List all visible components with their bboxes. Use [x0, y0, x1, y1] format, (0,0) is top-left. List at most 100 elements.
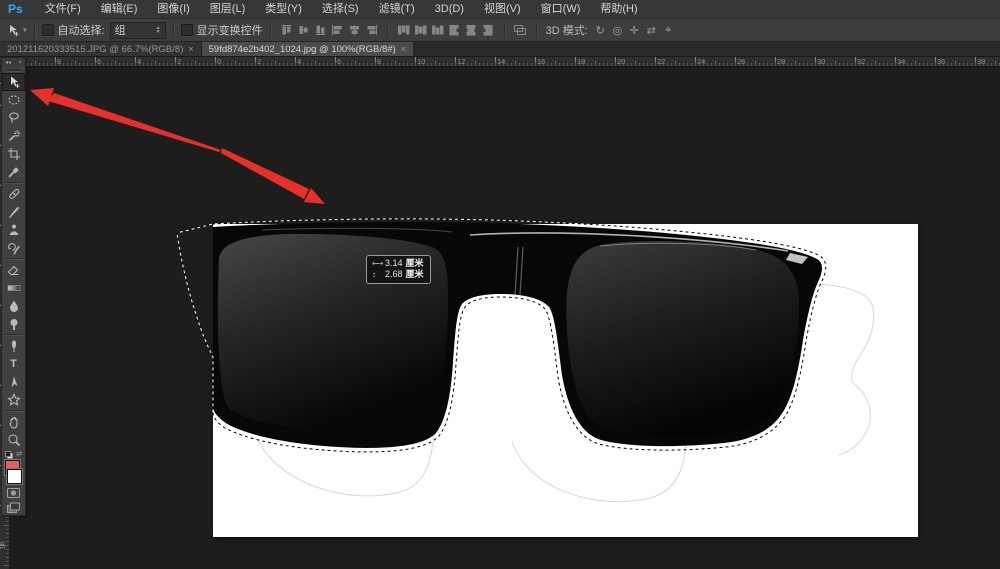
align-vertical-centers-icon[interactable] — [295, 22, 312, 38]
quick-mask-icon — [6, 487, 21, 499]
annotation-arrow — [30, 88, 325, 204]
eraser-tool-icon — [7, 263, 21, 277]
zoom-tool[interactable] — [2, 431, 25, 449]
distribute-right-icon[interactable] — [480, 22, 497, 38]
menu-bar: Ps 文件(F)编辑(E)图像(I)图层(L)类型(Y)选择(S)滤镜(T)3D… — [0, 0, 1000, 19]
tool-preset-picker[interactable]: ▾ — [6, 23, 27, 37]
pen-tool[interactable] — [2, 337, 25, 355]
panel-close-icon[interactable]: × — [18, 60, 22, 66]
distribute-bottom-icon[interactable] — [429, 22, 446, 38]
brush-tool[interactable] — [2, 203, 25, 221]
distribute-left-icon[interactable] — [446, 22, 463, 38]
ruler-label: 4 — [137, 57, 141, 66]
updown-arrows-icon: ▲▼ — [156, 26, 161, 34]
document-canvas[interactable] — [213, 224, 918, 537]
menu-item[interactable]: 滤镜(T) — [369, 0, 425, 18]
align-horizontal-centers-icon[interactable] — [346, 22, 363, 38]
ruler-label: 8 — [57, 57, 61, 66]
hand-tool[interactable] — [2, 413, 25, 431]
align-right-edges-icon[interactable] — [363, 22, 380, 38]
document-tab-bar: 201211620333515.JPG @ 66.7%(RGB/8)×59fd8… — [0, 42, 1000, 57]
zoom-tool-icon — [7, 433, 21, 447]
quick-mask-button[interactable] — [2, 485, 25, 500]
menu-item[interactable]: 3D(D) — [425, 0, 474, 18]
lasso-tool[interactable] — [2, 109, 25, 127]
ruler-label: 16 — [0, 541, 7, 549]
photoshop-logo: Ps — [8, 2, 23, 16]
path-selection-tool[interactable] — [2, 373, 25, 391]
clone-stamp-tool[interactable] — [2, 221, 25, 239]
ruler-label: 2 — [257, 57, 261, 66]
blur-tool[interactable] — [2, 297, 25, 315]
auto-align-layers-icon[interactable] — [512, 22, 529, 38]
align-top-edges-icon[interactable] — [278, 22, 295, 38]
ruler-label: 8 — [377, 57, 381, 66]
dodge-tool[interactable] — [2, 315, 25, 333]
menu-item[interactable]: 图像(I) — [147, 0, 199, 18]
3d-scale-icon[interactable]: ⌖ — [660, 24, 677, 37]
eyedropper-tool[interactable] — [2, 163, 25, 181]
align-bottom-edges-icon[interactable] — [312, 22, 329, 38]
swap-colors-icon[interactable]: ⇄ — [16, 450, 22, 458]
photoshop-window: Ps 文件(F)编辑(E)图像(I)图层(L)类型(Y)选择(S)滤镜(T)3D… — [0, 0, 1000, 569]
ruler-label: 26 — [737, 57, 745, 66]
background-color-swatch[interactable] — [7, 469, 22, 484]
shape-tool[interactable] — [2, 391, 25, 409]
3d-slide-icon[interactable]: ⇄ — [643, 24, 660, 37]
ruler-label: 0 — [217, 57, 221, 66]
menu-item[interactable]: 图层(L) — [200, 0, 255, 18]
3d-drag-icon[interactable]: ✛ — [626, 24, 643, 37]
menu-item[interactable]: 类型(Y) — [255, 0, 312, 18]
menu-item[interactable]: 视图(V) — [474, 0, 531, 18]
menu-items: 文件(F)编辑(E)图像(I)图层(L)类型(Y)选择(S)滤镜(T)3D(D)… — [35, 0, 648, 18]
menu-item[interactable]: 编辑(E) — [91, 0, 148, 18]
document-tab[interactable]: 201211620333515.JPG @ 66.7%(RGB/8) × — [0, 42, 202, 56]
move-tool[interactable] — [2, 73, 25, 91]
marquee-tool-icon — [7, 93, 21, 107]
history-brush-tool[interactable] — [2, 239, 25, 257]
distribute-horizontal-centers-icon[interactable] — [463, 22, 480, 38]
height-value: 2.68 — [385, 269, 403, 280]
panel-collapse-icon[interactable]: ◂◂ — [5, 59, 11, 66]
ruler-label: 14 — [497, 57, 505, 66]
ruler-label: 12 — [457, 57, 465, 66]
ruler-label: 30 — [817, 57, 825, 66]
menu-item[interactable]: 窗口(W) — [531, 0, 591, 18]
tab-title: 201211620333515.JPG @ 66.7%(RGB/8) — [7, 44, 183, 55]
brush-tool-icon — [7, 205, 21, 219]
tab-close-icon[interactable]: × — [188, 44, 193, 54]
shape-tool-icon — [7, 393, 21, 407]
menu-item[interactable]: 选择(S) — [312, 0, 369, 18]
type-tool[interactable]: T — [2, 355, 25, 373]
screen-mode-button[interactable] — [2, 500, 25, 515]
auto-select-checkbox[interactable] — [42, 24, 54, 36]
history-brush-tool-icon — [7, 241, 21, 255]
menu-item[interactable]: 帮助(H) — [590, 0, 647, 18]
clone-stamp-tool-icon — [7, 223, 21, 237]
align-left-edges-icon[interactable] — [329, 22, 346, 38]
ruler-label: 24 — [697, 57, 705, 66]
magic-wand-tool[interactable] — [2, 127, 25, 145]
eraser-tool[interactable] — [2, 261, 25, 279]
crop-tool[interactable] — [2, 145, 25, 163]
ruler-label: 16 — [537, 57, 545, 66]
tab-title: 59fd874e2b402_1024.jpg @ 100%(RGB/8#) — [209, 44, 396, 55]
ruler-label: 20 — [617, 57, 625, 66]
marquee-tool[interactable] — [2, 91, 25, 109]
healing-brush-tool[interactable] — [2, 185, 25, 203]
tab-close-icon[interactable]: × — [401, 44, 406, 54]
ruler-label: 32 — [857, 57, 865, 66]
auto-select-target-select[interactable]: 组 ▲▼ — [110, 22, 166, 39]
menu-item[interactable]: 文件(F) — [35, 0, 91, 18]
gradient-tool[interactable] — [2, 279, 25, 297]
3d-roll-icon[interactable]: ◎ — [609, 24, 626, 37]
distribute-top-icon[interactable] — [395, 22, 412, 38]
distribute-vertical-centers-icon[interactable] — [412, 22, 429, 38]
3d-rotate-icon[interactable]: ↻ — [592, 24, 609, 37]
default-colors-icon[interactable] — [5, 451, 12, 458]
ruler-label: 6 — [337, 57, 341, 66]
ruler-label: 34 — [897, 57, 905, 66]
show-transform-controls-checkbox[interactable] — [181, 24, 193, 36]
gradient-tool-icon — [7, 281, 21, 295]
document-tab[interactable]: 59fd874e2b402_1024.jpg @ 100%(RGB/8#) × — [202, 42, 414, 56]
